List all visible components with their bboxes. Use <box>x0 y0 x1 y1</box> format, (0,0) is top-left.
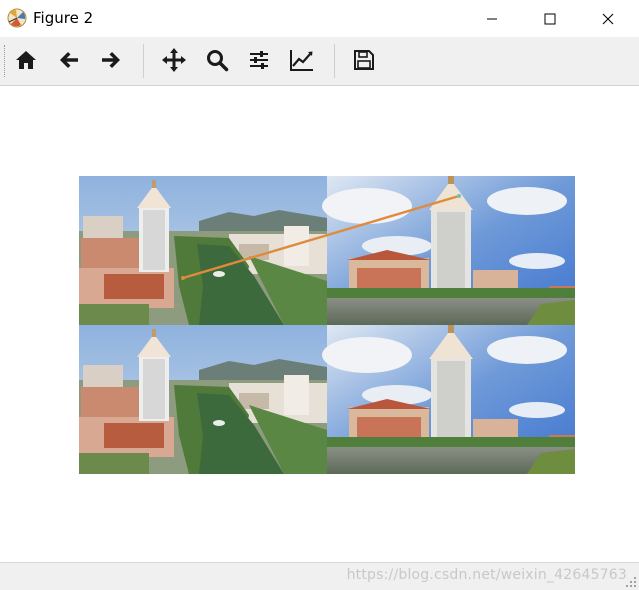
maximize-button[interactable] <box>521 0 579 37</box>
image-panel-top-left <box>79 176 327 325</box>
navigation-toolbar <box>0 37 639 86</box>
configure-subplots-button[interactable] <box>242 43 276 77</box>
toolbar-separator <box>334 44 335 78</box>
maximize-icon <box>544 13 556 24</box>
arrow-left-icon <box>60 52 78 68</box>
toolbar-grip[interactable] <box>4 45 7 77</box>
image-panel-bottom-left <box>79 325 327 474</box>
close-button[interactable] <box>579 0 637 37</box>
home-icon <box>16 51 36 69</box>
watermark-text: https://blog.csdn.net/weixin_42645763 <box>346 567 627 583</box>
status-bar: https://blog.csdn.net/weixin_42645763 <box>0 562 639 590</box>
close-icon <box>602 13 614 24</box>
edit-axis-button[interactable] <box>285 43 319 77</box>
arrow-right-icon <box>102 52 120 68</box>
floppy-disk-icon <box>354 50 374 70</box>
magnifier-icon <box>207 50 229 72</box>
pan-button[interactable] <box>157 43 191 77</box>
chart-line-icon <box>290 50 313 71</box>
match-point-left <box>181 276 185 280</box>
save-button[interactable] <box>347 43 381 77</box>
figure-canvas[interactable] <box>0 86 639 562</box>
image-panel-bottom-right <box>322 325 575 474</box>
resize-grip-icon[interactable] <box>625 576 637 588</box>
matplotlib-app-icon <box>7 8 27 28</box>
minimize-icon <box>487 18 497 19</box>
home-button[interactable] <box>9 43 43 77</box>
window-title: Figure 2 <box>33 9 94 27</box>
back-button[interactable] <box>52 43 86 77</box>
move-icon <box>162 48 186 72</box>
sliders-icon <box>250 51 268 69</box>
forward-button[interactable] <box>94 43 128 77</box>
matched-images-figure <box>79 176 575 474</box>
toolbar-separator <box>143 44 144 78</box>
match-point-right <box>457 194 461 198</box>
title-bar: Figure 2 <box>0 0 639 37</box>
zoom-button[interactable] <box>200 43 234 77</box>
minimize-button[interactable] <box>463 0 521 37</box>
